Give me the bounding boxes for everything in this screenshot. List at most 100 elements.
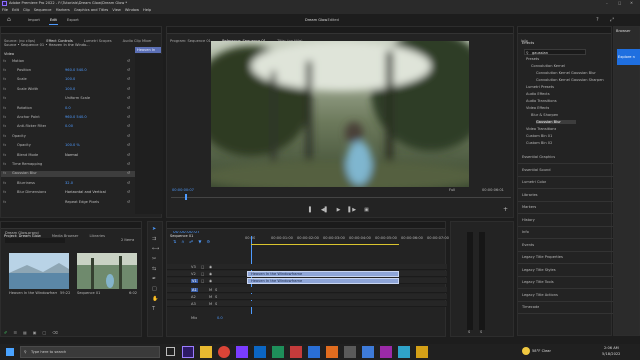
- new-bin-icon[interactable]: □: [43, 330, 47, 337]
- effect-property-row[interactable]: fx Opacity ↺: [1, 133, 135, 139]
- solo-icon[interactable]: S: [480, 330, 482, 334]
- reset-icon[interactable]: ↺: [127, 162, 130, 166]
- effect-property-row[interactable]: fx Repeat Edge Pixels ↺: [1, 199, 135, 205]
- rectangle-tool-icon[interactable]: □: [152, 286, 159, 292]
- menu-item-help[interactable]: Help: [143, 8, 151, 12]
- lock-icon[interactable]: □: [201, 265, 204, 269]
- property-value[interactable]: Horizontal and Vertical: [65, 190, 106, 194]
- workspace-tab-edit[interactable]: Edit: [50, 18, 57, 22]
- minimize-button[interactable]: –: [606, 1, 608, 5]
- playhead-marker[interactable]: [185, 194, 187, 200]
- razor-tool-icon[interactable]: ✂: [152, 256, 159, 262]
- menu-item-view[interactable]: View: [112, 8, 121, 12]
- panel-list-item[interactable]: Legacy Title Tools: [522, 280, 554, 284]
- effects-tree-item[interactable]: Gaussian Blur: [536, 120, 576, 125]
- export-frame-icon[interactable]: ▣: [364, 207, 369, 213]
- reset-icon[interactable]: ↺: [127, 87, 130, 91]
- panel-list-item[interactable]: Info: [522, 230, 529, 234]
- panel-list-item[interactable]: Markers: [522, 205, 536, 209]
- clock-time[interactable]: 2:06 AM: [604, 346, 619, 350]
- lock-icon[interactable]: □: [201, 279, 204, 283]
- effects-tree-item[interactable]: Lumetri Presets: [526, 85, 554, 89]
- app-taskbar-icon[interactable]: [326, 346, 338, 358]
- property-value[interactable]: 100.0 %: [65, 143, 80, 147]
- effect-property-row[interactable]: fx Blur Dimensions Horizontal and Vertical…: [1, 190, 135, 196]
- effects-tree-item[interactable]: Presets: [526, 57, 539, 61]
- mute-icon[interactable]: M: [209, 295, 212, 299]
- project-search-input[interactable]: [5, 238, 65, 243]
- thumbnail-heaven[interactable]: [9, 253, 69, 289]
- add-button-icon[interactable]: +: [503, 206, 508, 213]
- effects-tree-item[interactable]: Convolution Kernel Gaussian Blur: [536, 71, 596, 75]
- panel-list-item[interactable]: Legacy Title Actions: [522, 293, 558, 297]
- tab-libraries[interactable]: Libraries: [89, 233, 105, 240]
- solo-icon[interactable]: S: [468, 330, 470, 334]
- home-icon[interactable]: ⌂: [7, 17, 11, 23]
- effects-tree-item[interactable]: Video Transitions: [526, 127, 556, 131]
- eye-icon[interactable]: ◉: [209, 272, 212, 276]
- effect-property-row[interactable]: fx Anchor Point 960.0 540.0 ↺: [1, 114, 135, 120]
- panel-list-item[interactable]: Legacy Title Properties: [522, 255, 563, 259]
- fx-toggle-icon[interactable]: fx: [3, 124, 6, 128]
- fx-toggle-icon[interactable]: fx: [3, 181, 6, 185]
- effects-tree-item[interactable]: Video Effects: [526, 106, 549, 110]
- app-taskbar-icon[interactable]: [380, 346, 392, 358]
- tab-audio-clip-mixer[interactable]: Audio Clip Mixer: [123, 38, 152, 45]
- property-value[interactable]: 960.0 540.0: [65, 68, 87, 72]
- video-clip[interactable]: Heaven In the Windowframe: [247, 271, 399, 277]
- panel-list-item[interactable]: Events: [522, 243, 534, 247]
- thumbnail-sequence[interactable]: [77, 253, 137, 289]
- weather-icon[interactable]: [522, 347, 530, 355]
- reset-icon[interactable]: ↺: [127, 181, 130, 185]
- property-value[interactable]: 100.0: [65, 77, 75, 81]
- app-taskbar-icon[interactable]: [362, 346, 374, 358]
- audio-clip[interactable]: Heaven In the Windowframe: [247, 278, 399, 284]
- solo-icon[interactable]: S: [215, 288, 217, 292]
- reset-icon[interactable]: ↺: [127, 190, 130, 194]
- solo-icon[interactable]: S: [215, 295, 217, 299]
- type-tool-icon[interactable]: T: [152, 306, 159, 312]
- reset-icon[interactable]: ↺: [127, 171, 130, 175]
- delete-icon[interactable]: ⌫: [52, 330, 58, 337]
- app-taskbar-icon[interactable]: [308, 346, 320, 358]
- property-value[interactable]: Uniform Scale: [65, 96, 90, 100]
- premiere-taskbar-icon[interactable]: [182, 346, 194, 358]
- effect-property-row[interactable]: fx Blurriness 32.0 ↺: [1, 180, 135, 186]
- slip-tool-icon[interactable]: ⇆: [152, 266, 159, 272]
- track-label-a2[interactable]: A2: [191, 295, 196, 299]
- effects-tree-item[interactable]: Convolution Kernel Gaussian Sharpen: [536, 78, 604, 82]
- reset-icon[interactable]: ↺: [127, 143, 130, 147]
- windows-start-icon[interactable]: [6, 348, 14, 356]
- maximize-button[interactable]: □: [618, 1, 621, 5]
- task-view-icon[interactable]: [166, 347, 175, 356]
- fx-toggle-icon[interactable]: fx: [3, 59, 6, 63]
- reset-icon[interactable]: ↺: [127, 134, 130, 138]
- panel-list-item[interactable]: Libraries: [522, 193, 538, 197]
- write-protect-icon[interactable]: ✐: [4, 330, 7, 337]
- app-taskbar-icon[interactable]: [398, 346, 410, 358]
- reset-icon[interactable]: ↺: [127, 115, 130, 119]
- new-item-icon[interactable]: ▣: [33, 330, 37, 337]
- help-icon[interactable]: ?: [596, 17, 599, 23]
- panel-list-item[interactable]: Lumetri Color: [522, 180, 546, 184]
- selection-tool-icon[interactable]: ➤: [152, 226, 159, 232]
- chrome-taskbar-icon[interactable]: [218, 346, 230, 358]
- reset-icon[interactable]: ↺: [127, 106, 130, 110]
- fx-toggle-icon[interactable]: fx: [3, 87, 6, 91]
- track-label-v3[interactable]: V3: [191, 265, 196, 269]
- menu-item-graphics-and-titles[interactable]: Graphics and Titles: [74, 8, 109, 12]
- menu-item-window[interactable]: Window: [125, 8, 139, 12]
- effect-property-row[interactable]: fx Scale 100.0 ↺: [1, 77, 135, 83]
- tab-program[interactable]: Program: Sequence 01: [170, 38, 211, 45]
- effect-property-row[interactable]: fx Blend Mode Normal ↺: [1, 152, 135, 158]
- settings-icon[interactable]: ⚙: [206, 239, 210, 244]
- fx-toggle-icon[interactable]: fx: [3, 153, 6, 157]
- property-value[interactable]: 32.0: [65, 181, 73, 185]
- menu-item-clip[interactable]: Clip: [23, 8, 30, 12]
- menu-item-sequence[interactable]: Sequence: [34, 8, 52, 12]
- mute-icon[interactable]: M: [209, 288, 212, 292]
- track-label-a3[interactable]: A3: [191, 302, 196, 306]
- program-scrubber[interactable]: [171, 197, 511, 198]
- fx-toggle-icon[interactable]: fx: [3, 106, 6, 110]
- fx-toggle-icon[interactable]: fx: [3, 115, 6, 119]
